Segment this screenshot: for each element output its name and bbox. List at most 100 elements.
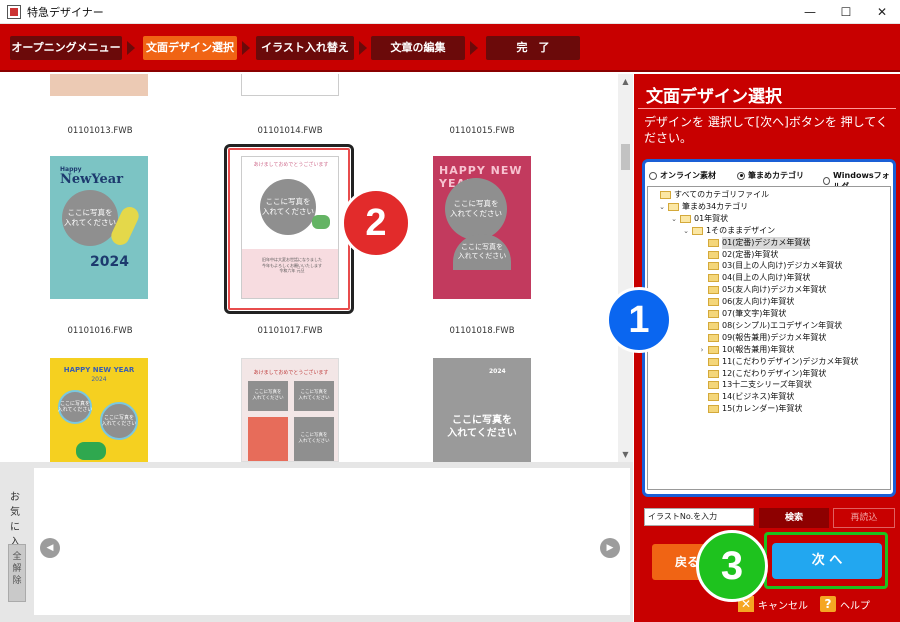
favorites-clear-button[interactable]: 全解除 xyxy=(8,544,26,602)
close-button[interactable]: ✕ xyxy=(864,0,900,24)
step-design-select[interactable]: 文面デザイン選択 xyxy=(143,36,237,60)
expander-icon[interactable]: › xyxy=(698,344,706,356)
folder-icon xyxy=(708,345,719,354)
tree-node[interactable]: 04(目上の人向け)年賀状 xyxy=(698,272,810,284)
tree-node[interactable]: 03(目上の人向け)デジカメ年賀状 xyxy=(698,260,842,272)
app-icon xyxy=(7,4,21,19)
minimize-button[interactable]: — xyxy=(792,0,828,24)
tree-node-label: 07(筆文字)年賀状 xyxy=(722,309,787,318)
tree-node-label: 04(目上の人向け)年賀状 xyxy=(722,273,811,283)
tree-node[interactable]: 01(定番)デジカメ年賀状 xyxy=(698,236,811,249)
thumbnail-card[interactable]: 2024 ここに写真を 入れてください xyxy=(433,358,531,462)
photo-placeholder: ここに写真を 入れてください xyxy=(58,390,92,424)
help-link[interactable]: ? ヘルプ xyxy=(820,596,870,612)
search-button[interactable]: 検索 xyxy=(759,508,829,528)
folder-icon xyxy=(708,286,719,295)
step-bar: オープニングメニュー 文面デザイン選択 イラスト入れ替え 文章の編集 完 了 xyxy=(0,24,900,72)
design-thumbnail-grid: 01101013.FWB 01101014.FWB 01101015.FWB H… xyxy=(0,74,633,462)
tree-node[interactable]: ⌄ 筆まめ34カテゴリ xyxy=(658,201,748,213)
reload-button[interactable]: 再読込 xyxy=(833,508,895,528)
tree-node[interactable]: 13十二支シリーズ年賀状 xyxy=(698,379,812,391)
thumbnail-partial[interactable] xyxy=(241,74,339,96)
photo-placeholder: ここに写真を 入れてください xyxy=(260,179,316,235)
step-text-edit[interactable]: 文章の編集 xyxy=(371,36,465,60)
photo-placeholder-small: ここに写真を 入れてください xyxy=(453,234,511,270)
help-label: ヘルプ xyxy=(840,600,870,612)
step-opening-menu[interactable]: オープニングメニュー xyxy=(10,36,122,60)
dragon-illustration xyxy=(312,215,330,229)
card-title: NewYear xyxy=(60,172,124,187)
folder-icon xyxy=(708,369,719,378)
tree-node[interactable]: 11(こだわりデザイン)デジカメ年賀状 xyxy=(698,356,858,368)
folder-icon xyxy=(708,333,719,342)
scroll-thumb[interactable] xyxy=(621,144,630,170)
scroll-down-arrow-icon[interactable]: ▼ xyxy=(618,447,633,462)
next-button[interactable]: 次 へ xyxy=(772,543,882,579)
source-radio-group: オンライン素材 筆まめカテゴリ Windowsフォルダ xyxy=(645,168,893,191)
panel-title: 文面デザイン選択 xyxy=(646,87,782,107)
tree-node[interactable]: › 10(報告兼用)年賀状 xyxy=(698,344,794,356)
card-header: あけましておめでとうございます xyxy=(253,370,329,376)
tree-node[interactable]: 15(カレンダー)年賀状 xyxy=(698,403,802,415)
tree-node[interactable]: 06(友人向け)年賀状 xyxy=(698,296,794,308)
tree-node[interactable]: 09(報告兼用)デジカメ年賀状 xyxy=(698,332,826,344)
step-complete[interactable]: 完 了 xyxy=(486,36,580,60)
tree-node[interactable]: すべてのカテゴリファイル xyxy=(650,189,769,201)
radio-online[interactable]: オンライン素材 xyxy=(649,170,716,181)
thumbnail-filename: 01101013.FWB xyxy=(67,126,133,136)
favorites-next-icon[interactable]: ▶ xyxy=(600,538,620,558)
thumbnail-card[interactable]: HAPPY NEW YEAR ここに写真を 入れてください ここに写真を 入れて… xyxy=(433,156,531,299)
tree-node[interactable]: 08(シンプル)エコデザイン年賀状 xyxy=(698,320,842,332)
tree-node[interactable]: 14(ビジネス)年賀状 xyxy=(698,391,794,403)
folder-icon xyxy=(708,310,719,318)
category-tree[interactable]: すべてのカテゴリファイル ⌄ 筆まめ34カテゴリ ⌄ 01年賀状 ⌄ 1そのままデザイン 01… xyxy=(647,186,891,490)
tree-node[interactable]: 07(筆文字)年賀状 xyxy=(698,308,786,320)
tree-node[interactable]: 12(こだわりデザイン)年賀状 xyxy=(698,368,826,380)
thumbnail-partial[interactable] xyxy=(50,74,148,96)
tree-node-label: 03(目上の人向け)デジカメ年賀状 xyxy=(722,261,843,271)
step-illust-replace[interactable]: イラスト入れ替え xyxy=(256,36,354,60)
category-tree-box: オンライン素材 筆まめカテゴリ Windowsフォルダ すべてのカテゴリファイル… xyxy=(642,159,896,497)
photo-placeholder: ここに写真を 入れてください xyxy=(100,402,138,440)
thumbnail-card-selected[interactable]: あけましておめでとうございます ここに写真を 入れてください 旧年中は大変お世話… xyxy=(241,156,339,299)
folder-icon xyxy=(708,405,719,414)
illust-no-input[interactable]: イラストNo.を入力 xyxy=(644,508,754,526)
tree-node[interactable]: ⌄ 1そのままデザイン xyxy=(682,225,775,237)
radio-fudemame-category[interactable]: 筆まめカテゴリ xyxy=(737,170,804,181)
thumbnail-card[interactable]: HAPPY NEW YEAR 2024 ここに写真を 入れてください ここに写真… xyxy=(50,358,148,462)
thumbnail-card[interactable]: Happy NewYear ここに写真を 入れてください 2024 xyxy=(50,156,148,299)
cancel-link[interactable]: ✕ キャンセル xyxy=(738,596,808,612)
thumbnail-card[interactable]: あけましておめでとうございます ここに写真を 入れてください ここに写真を 入れ… xyxy=(241,358,339,462)
step-arrow xyxy=(242,41,250,55)
expander-icon[interactable]: ⌄ xyxy=(658,201,666,213)
thumbnail-filename: 01101018.FWB xyxy=(449,326,515,336)
thumbnail-filename: 01101016.FWB xyxy=(67,326,133,336)
photo-placeholder: ここに写真を 入れてください xyxy=(445,178,507,240)
favorites-prev-icon[interactable]: ◀ xyxy=(40,538,60,558)
tree-node[interactable]: ⌄ 01年賀状 xyxy=(670,213,728,225)
tree-node-label: 01年賀状 xyxy=(694,213,729,223)
help-icon: ? xyxy=(820,596,836,612)
tree-node-label: 14(ビジネス)年賀状 xyxy=(722,392,795,402)
folder-icon xyxy=(708,274,719,283)
thumbnail-filename: 01101017.FWB xyxy=(257,326,323,336)
maximize-button[interactable]: ☐ xyxy=(828,0,864,24)
folder-icon xyxy=(668,202,679,211)
panel-description: デザインを 選択して[次へ]ボタンを 押してください。 xyxy=(644,115,888,145)
scroll-up-arrow-icon[interactable]: ▲ xyxy=(618,74,633,89)
expander-icon[interactable]: ⌄ xyxy=(670,213,678,225)
card-year: 2024 xyxy=(489,368,506,375)
tree-node[interactable]: 05(友人向け)デジカメ年賀状 xyxy=(698,284,826,296)
folder-icon xyxy=(708,262,719,271)
photo-placeholder: ここに写真を 入れてください xyxy=(294,417,334,461)
tree-node-label: 12(こだわりデザイン)年賀状 xyxy=(722,368,827,378)
dragon-illustration xyxy=(76,442,106,460)
expander-icon[interactable]: ⌄ xyxy=(682,225,690,237)
folder-icon xyxy=(660,191,671,199)
tree-node-label: すべてのカテゴリファイル xyxy=(674,190,770,199)
tree-node[interactable]: 02(定番)年賀状 xyxy=(698,249,778,261)
tree-node-label: 01(定番)デジカメ年賀状 xyxy=(722,236,811,249)
grid-scrollbar[interactable]: ▲ ▼ xyxy=(618,74,633,462)
card-year: 2024 xyxy=(90,254,129,270)
favorites-panel: ◀ ▶ xyxy=(34,468,630,615)
